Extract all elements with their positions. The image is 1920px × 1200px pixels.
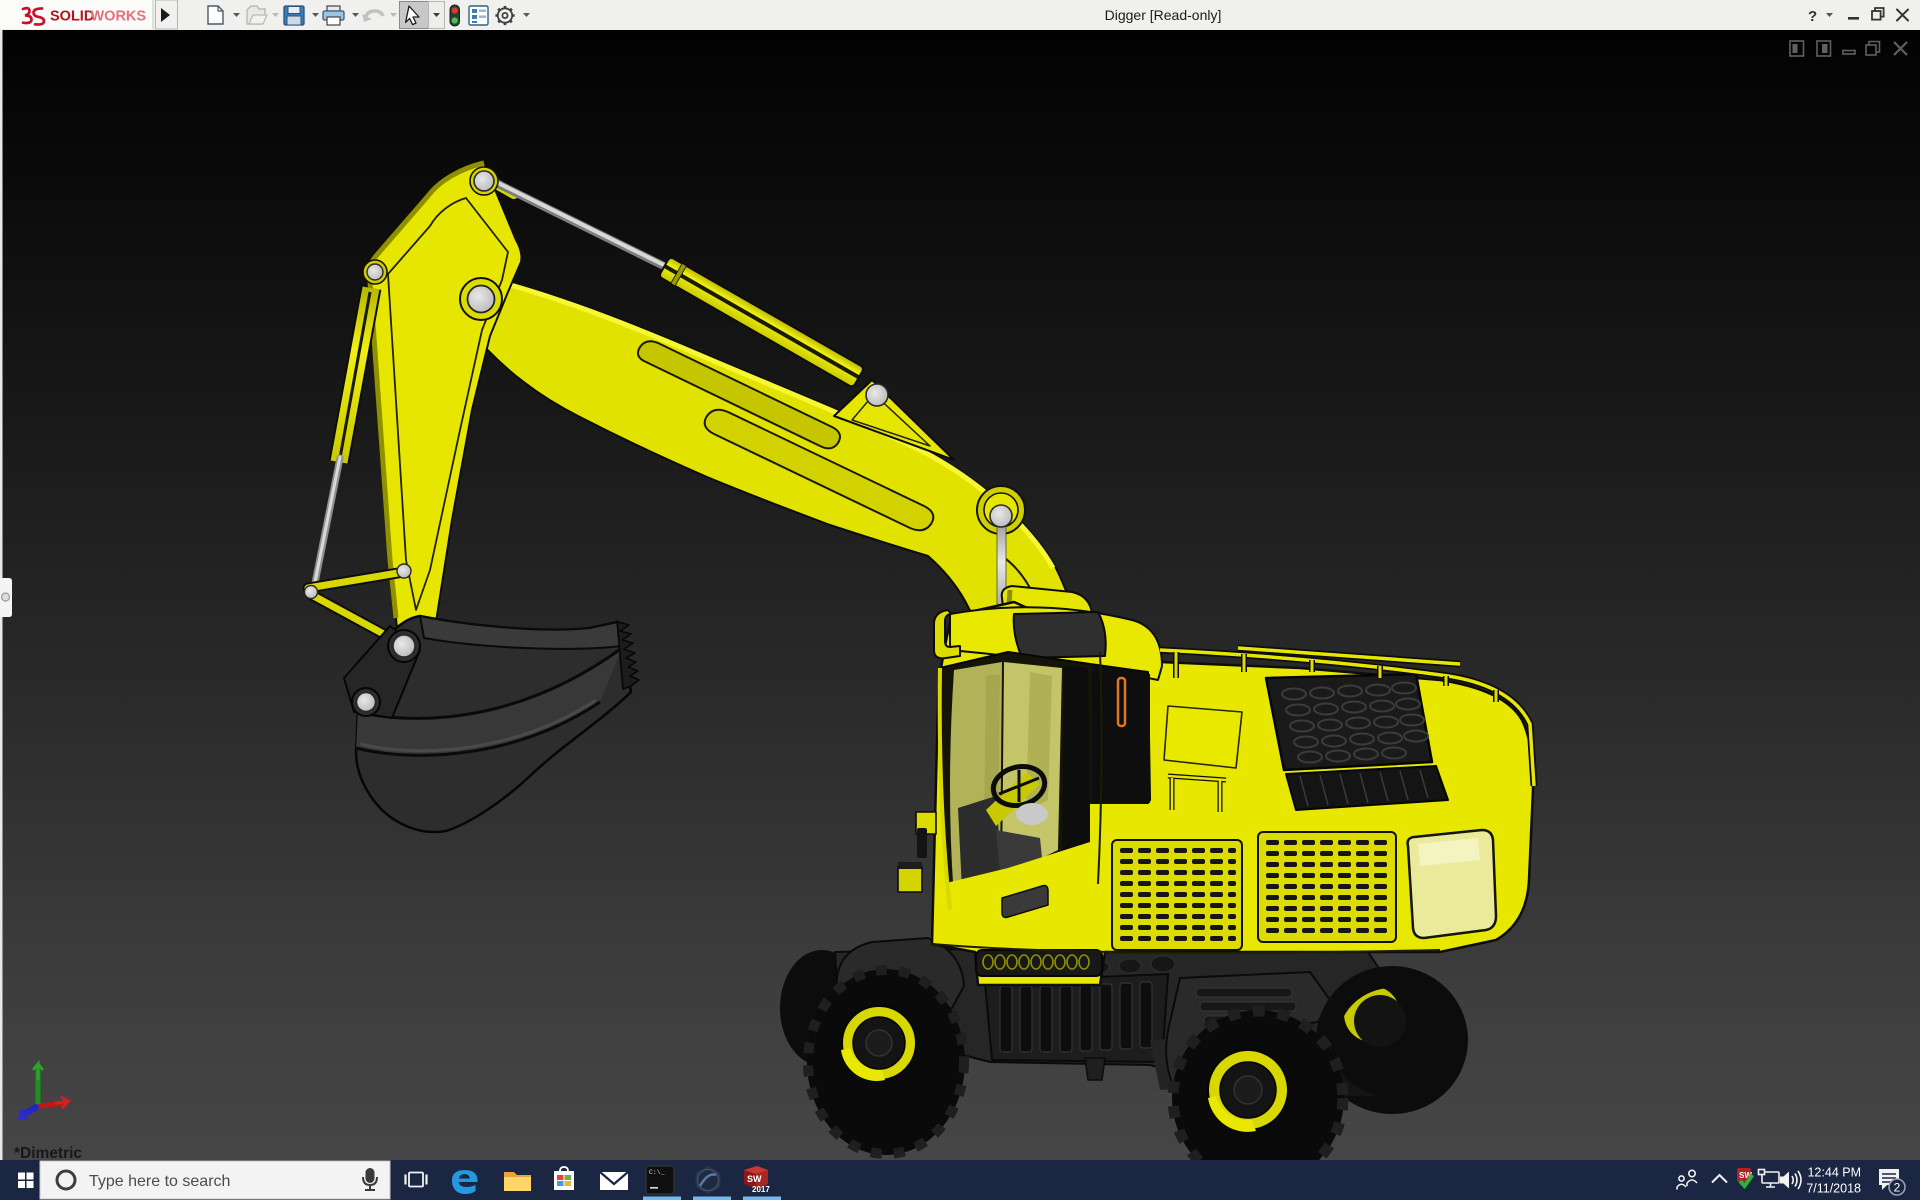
svg-text:2: 2 (1894, 1181, 1901, 1195)
svg-text:*Dimetric: *Dimetric (14, 1145, 82, 1160)
svg-text:?: ? (1808, 8, 1817, 25)
svg-text:Digger [Read-only]: Digger [Read-only] (1105, 7, 1222, 23)
svg-text:SW: SW (747, 1174, 762, 1184)
svg-text:12:44 PM: 12:44 PM (1807, 1166, 1861, 1180)
svg-text:2017: 2017 (752, 1185, 770, 1194)
svg-text:Type here to search: Type here to search (89, 1173, 230, 1190)
svg-text:WORKS: WORKS (91, 9, 147, 25)
svg-text:SOLID: SOLID (50, 9, 94, 25)
svg-text:C:\_: C:\_ (649, 1169, 665, 1176)
svg-text:7/11/2018: 7/11/2018 (1806, 1182, 1861, 1196)
